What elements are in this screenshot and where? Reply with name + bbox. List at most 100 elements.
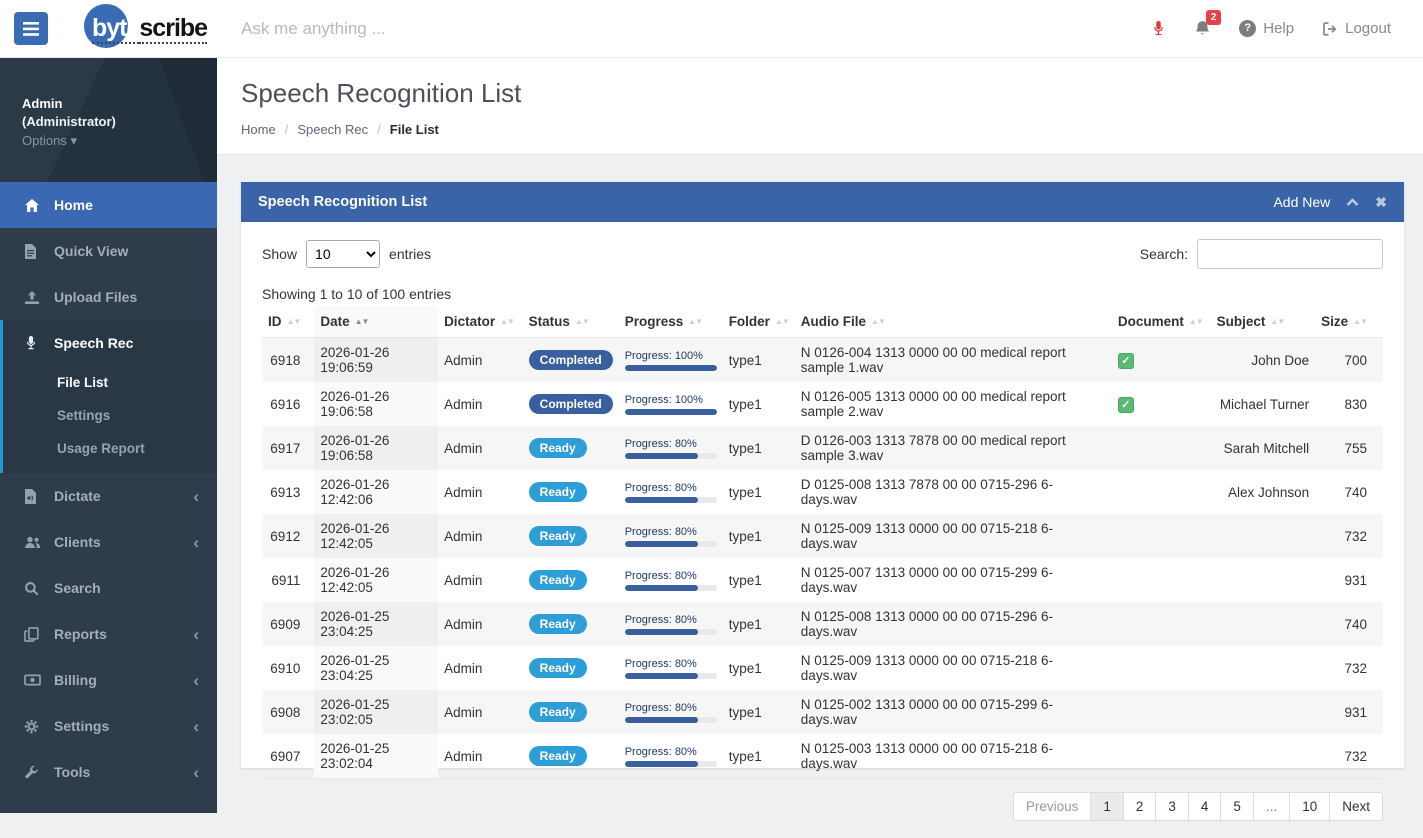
- breadcrumb-item-speech-rec[interactable]: Speech Rec: [297, 122, 368, 137]
- cell-subject: John Doe: [1211, 338, 1316, 383]
- close-panel-button[interactable]: ✖: [1375, 195, 1387, 209]
- sort-icon: ▲▼: [287, 317, 301, 326]
- sidebar-section-speech-rec: Speech Rec File ListSettingsUsage Report: [0, 320, 217, 473]
- table-search-input[interactable]: [1197, 239, 1383, 269]
- users-icon: [24, 535, 41, 550]
- pagination-4[interactable]: 4: [1188, 792, 1222, 821]
- cell-status: Ready: [523, 426, 619, 470]
- pagination-10[interactable]: 10: [1289, 792, 1330, 821]
- panel-title: Speech Recognition List: [258, 194, 427, 210]
- column-header-progress[interactable]: Progress▲▼: [619, 306, 723, 338]
- sidebar-item-search[interactable]: Search: [0, 565, 217, 611]
- cell-dictator: Admin: [438, 514, 523, 558]
- panel-body: Show 10 entries Search: Showing 1 to 10 …: [241, 222, 1404, 838]
- sidebar-item-dictate[interactable]: Dictate‹: [0, 473, 217, 519]
- cell-dictator: Admin: [438, 602, 523, 646]
- pagination-5[interactable]: 5: [1220, 792, 1254, 821]
- logo-part2: scribe: [139, 14, 207, 44]
- sidebar-item-clients[interactable]: Clients‹: [0, 519, 217, 565]
- cell-id: 6913: [262, 470, 314, 514]
- pagination-3[interactable]: 3: [1155, 792, 1189, 821]
- document-checkbox-checked[interactable]: ✓: [1118, 353, 1134, 369]
- status-badge: Ready: [529, 482, 587, 502]
- column-header-dictator[interactable]: Dictator▲▼: [438, 306, 523, 338]
- sidebar-subitem-file-list[interactable]: File List: [3, 366, 217, 399]
- pagination-1[interactable]: 1: [1090, 792, 1124, 821]
- page-length-select[interactable]: 10: [306, 240, 380, 268]
- pagination-next[interactable]: Next: [1329, 792, 1383, 821]
- collapse-panel-button[interactable]: [1346, 196, 1359, 209]
- breadcrumb-item-home[interactable]: Home: [241, 122, 276, 137]
- column-header-date[interactable]: Date▲▼: [314, 306, 438, 338]
- sidebar-item-quick-view[interactable]: Quick View: [0, 228, 217, 274]
- cell-dictator: Admin: [438, 734, 523, 779]
- sidebar-item-upload-files[interactable]: Upload Files: [0, 274, 217, 320]
- progress-label: Progress: 80%: [625, 570, 717, 582]
- user-options-dropdown[interactable]: Options ▾: [22, 133, 217, 149]
- cell-size: 755: [1315, 426, 1383, 470]
- column-header-document[interactable]: Document▲▼: [1112, 306, 1211, 338]
- logo-text: bytescribe: [92, 16, 207, 41]
- sidebar-item-label: Search: [54, 580, 101, 596]
- progress-fill: [625, 365, 717, 371]
- cell-id: 6912: [262, 514, 314, 558]
- cell-date: 2026-01-26 19:06:58: [314, 426, 438, 470]
- microphone-icon[interactable]: [1151, 20, 1166, 37]
- document-checkbox-checked[interactable]: ✓: [1118, 397, 1134, 413]
- cell-dictator: Admin: [438, 690, 523, 734]
- progress-bar: [625, 453, 717, 459]
- sidebar-item-tools[interactable]: Tools‹: [0, 749, 217, 795]
- cell-audio-file: N 0125-009 1313 0000 00 00 0715-218 6-da…: [795, 646, 1112, 690]
- app-logo[interactable]: bytescribe: [92, 16, 207, 41]
- cell-size: 732: [1315, 514, 1383, 558]
- sidebar-item-billing[interactable]: Billing‹: [0, 657, 217, 703]
- logout-button[interactable]: Logout: [1322, 20, 1391, 37]
- sort-icon: ▲▼: [871, 317, 885, 326]
- table-row: 69082026-01-25 23:02:05AdminReadyProgres…: [262, 690, 1383, 734]
- cell-progress: Progress: 80%: [619, 470, 723, 514]
- column-header-subject[interactable]: Subject▲▼: [1211, 306, 1316, 338]
- column-header-id[interactable]: ID▲▼: [262, 306, 314, 338]
- sidebar-item-label: Reports: [54, 626, 107, 642]
- cell-audio-file: D 0125-008 1313 7878 00 00 0715-296 6-da…: [795, 470, 1112, 514]
- sidebar-item-home[interactable]: Home: [0, 182, 217, 228]
- column-header-folder[interactable]: Folder▲▼: [723, 306, 795, 338]
- cell-date: 2026-01-26 12:42:05: [314, 558, 438, 602]
- pagination-2[interactable]: 2: [1123, 792, 1157, 821]
- table-row: 69172026-01-26 19:06:58AdminReadyProgres…: [262, 426, 1383, 470]
- cell-document: [1112, 602, 1211, 646]
- progress-bar: [625, 717, 717, 723]
- sidebar-item-label: Speech Rec: [54, 335, 133, 351]
- sidebar-subitem-settings[interactable]: Settings: [3, 399, 217, 432]
- sort-icon: ▲▼: [775, 317, 789, 326]
- status-badge: Ready: [529, 526, 587, 546]
- column-header-size[interactable]: Size▲▼: [1315, 306, 1383, 338]
- sidebar-subitem-usage-report[interactable]: Usage Report: [3, 432, 217, 465]
- menu-toggle-button[interactable]: [14, 12, 48, 45]
- cell-subject: Sarah Mitchell: [1211, 426, 1316, 470]
- sidebar-item-label: Settings: [54, 718, 109, 734]
- table-row: 69162026-01-26 19:06:58AdminCompletedPro…: [262, 382, 1383, 426]
- user-name: Admin: [22, 96, 217, 111]
- table-search: Search:: [1140, 239, 1383, 269]
- cell-folder: type1: [723, 558, 795, 602]
- add-new-button[interactable]: Add New: [1273, 194, 1330, 210]
- cell-folder: type1: [723, 690, 795, 734]
- upload-icon: [24, 290, 41, 305]
- column-header-audio-file[interactable]: Audio File▲▼: [795, 306, 1112, 338]
- user-options-label: Options: [22, 133, 67, 148]
- progress-label: Progress: 100%: [625, 394, 717, 406]
- sidebar-item-speech-rec[interactable]: Speech Rec: [3, 320, 217, 366]
- progress-label: Progress: 80%: [625, 526, 717, 538]
- cell-status: Ready: [523, 602, 619, 646]
- sidebar-item-reports[interactable]: Reports‹: [0, 611, 217, 657]
- cell-document: [1112, 558, 1211, 602]
- sidebar-item-settings[interactable]: Settings‹: [0, 703, 217, 749]
- column-header-status[interactable]: Status▲▼: [523, 306, 619, 338]
- notifications-button[interactable]: 2: [1194, 20, 1211, 37]
- help-button[interactable]: ? Help: [1239, 20, 1294, 37]
- column-label: Subject: [1217, 314, 1266, 329]
- global-search-input[interactable]: [239, 18, 559, 40]
- table-row: 69132026-01-26 12:42:06AdminReadyProgres…: [262, 470, 1383, 514]
- column-label: Date: [320, 314, 349, 329]
